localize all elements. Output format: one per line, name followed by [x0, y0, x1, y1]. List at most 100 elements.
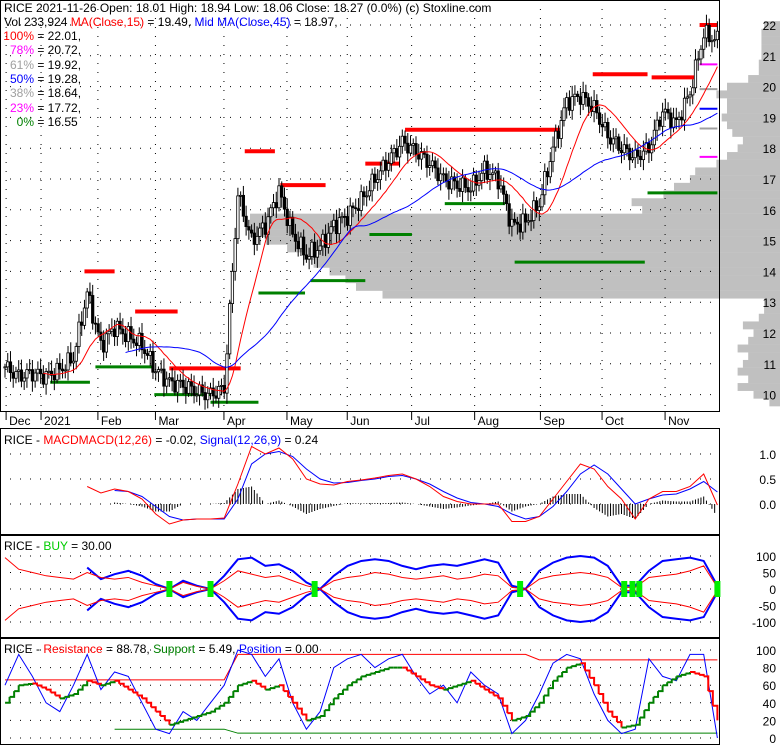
stochastic-step	[534, 702, 541, 709]
candle-body	[551, 146, 555, 162]
stochastic-step	[480, 685, 486, 690]
stochastic-step	[374, 670, 381, 673]
macd-axis-label: 0.5	[759, 473, 776, 487]
candle-body	[145, 353, 150, 356]
candle-body	[641, 150, 646, 161]
stochastic-step	[639, 710, 646, 719]
candle-body	[173, 380, 177, 393]
candle-body	[269, 207, 273, 218]
candle-body	[414, 143, 418, 155]
volume-profile-bar	[382, 290, 780, 299]
support-line	[114, 728, 718, 734]
ma45-label: Mid MA(Close,45)	[194, 15, 291, 29]
stochastic-step	[5, 696, 11, 704]
candle-body	[121, 328, 125, 335]
candle-body	[545, 171, 550, 178]
stochastic-step	[320, 710, 326, 717]
quote-line: RICE 2021-11-26 Open: 18.01 High: 18.94 …	[4, 1, 492, 15]
candle-body	[102, 339, 106, 353]
position-value: = 0.00	[281, 642, 319, 656]
signal-value: = 0.24	[281, 433, 319, 447]
stochastic-step	[142, 697, 148, 703]
candle-body	[28, 369, 32, 372]
fib-level-row: 50% = 19.28,	[0, 72, 81, 86]
candle-body	[113, 328, 117, 338]
candle-body	[318, 245, 322, 251]
candle-body	[181, 379, 185, 388]
candle-body	[480, 172, 484, 181]
candle-body	[192, 385, 196, 396]
fib-level-row: 0% = 16.55	[0, 115, 78, 129]
stochastic-step	[301, 713, 308, 721]
stochastic-step	[406, 669, 413, 674]
candle-body	[493, 170, 498, 174]
month-label: Apr	[227, 414, 246, 428]
candle-body	[636, 149, 640, 157]
candle-body	[88, 291, 92, 296]
support-label: Support	[153, 642, 196, 656]
stochastic-step	[41, 686, 48, 690]
rs-axis-label: 20	[763, 714, 777, 728]
candle-body	[521, 213, 525, 233]
candle-body	[219, 384, 224, 387]
candle-body	[340, 215, 344, 219]
buy-inner-upper	[4, 557, 718, 590]
candle-body	[674, 117, 678, 120]
candle-body	[343, 215, 347, 218]
candle-body	[362, 191, 366, 198]
stochastic-step	[311, 717, 317, 720]
price-axis-label: 15	[763, 235, 777, 249]
candle-body	[14, 371, 18, 379]
candle-body	[69, 352, 73, 364]
rs-prefix: RICE -	[4, 642, 44, 656]
stochastic-step	[256, 682, 262, 687]
candle-body	[702, 37, 706, 50]
candle-body	[55, 362, 59, 381]
macd-label: MACDMACD(12,26)	[43, 433, 153, 447]
fib-value: = 17.72,	[34, 100, 82, 115]
month-label: May	[290, 414, 313, 428]
candle-body	[647, 142, 651, 154]
stochastic-step	[516, 717, 523, 720]
candle-body	[680, 116, 684, 121]
stochastic-step	[630, 724, 637, 727]
candle-body	[47, 370, 51, 373]
candle-body	[263, 222, 267, 235]
candle-body	[513, 218, 517, 223]
candle-body	[633, 149, 637, 159]
buy-signal-marker	[636, 581, 643, 597]
candle-body	[576, 93, 580, 98]
volume-profile-bar	[758, 313, 780, 322]
rs-axis-label: 100	[756, 644, 776, 658]
stochastic-step	[333, 694, 340, 700]
candle-body	[85, 291, 89, 309]
fib-percent: 50%	[9, 71, 34, 86]
stochastic-step	[548, 680, 554, 690]
candle-body	[39, 368, 43, 375]
candle-body	[376, 179, 380, 183]
month-label: Sep	[543, 414, 565, 428]
stochastic-step	[676, 674, 682, 678]
stochastic-step	[242, 682, 249, 685]
stochastic-step	[562, 667, 568, 673]
candle-body	[58, 362, 62, 370]
candle-body	[104, 333, 108, 353]
candle-body	[214, 395, 218, 399]
candle-body	[554, 130, 558, 148]
fib-percent: 23%	[9, 100, 34, 115]
price-axis-label: 11	[764, 358, 777, 372]
stochastic-step	[23, 683, 29, 686]
candle-body	[608, 137, 613, 145]
stochastic-step	[566, 666, 573, 669]
candle-body	[526, 220, 530, 223]
stochastic-step	[557, 672, 564, 678]
candle-body	[677, 116, 681, 120]
stochastic-step	[64, 695, 70, 698]
fib-percent: 78%	[9, 43, 34, 58]
candle-body	[444, 173, 448, 182]
stochastic-step	[365, 673, 372, 676]
stochastic-step	[123, 685, 130, 690]
candle-body	[455, 180, 459, 189]
stochastic-step	[160, 715, 166, 721]
candle-body	[345, 216, 350, 226]
